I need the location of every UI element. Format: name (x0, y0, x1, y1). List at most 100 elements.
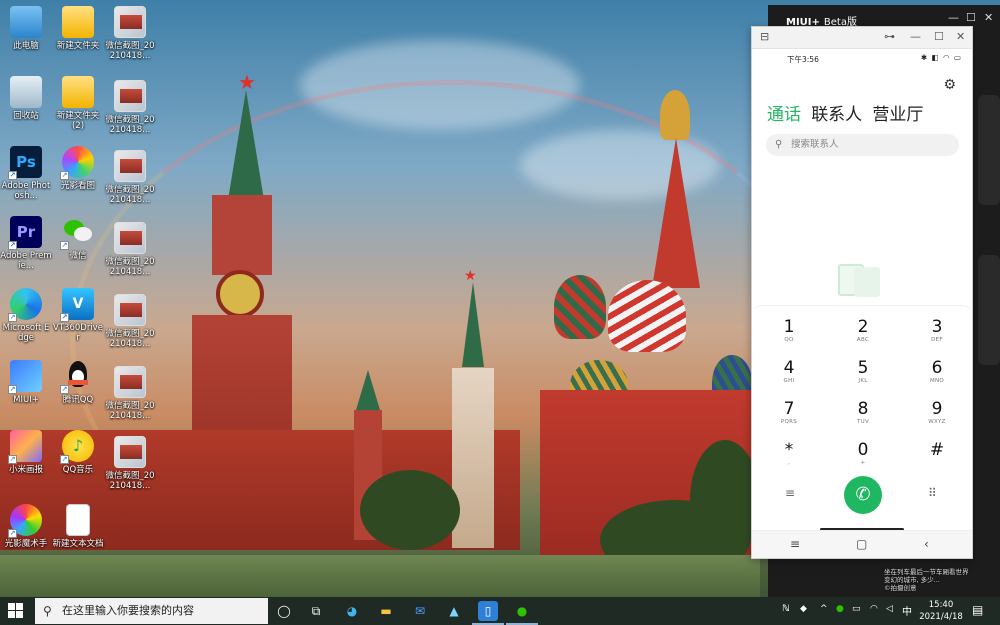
tray-wechat-icon[interactable]: ● (836, 604, 844, 614)
key-hash[interactable]: # (900, 441, 974, 460)
home-icon[interactable]: ▢ (856, 537, 867, 551)
tray-app-icon[interactable]: ℕ (782, 604, 790, 614)
desktop-icon-screenshot-2[interactable]: 微信截图_20210418... (104, 80, 156, 135)
settings-gear-icon[interactable]: ⚙ (943, 77, 956, 93)
key-3[interactable]: 3 DEF (900, 318, 974, 344)
desktop-icon-label: VT360Driver (53, 323, 103, 343)
show-hidden-icons-chevron-up-icon[interactable]: ^ (820, 604, 828, 614)
desktop-icon-vt360[interactable]: V ↗ VT360Driver (52, 288, 104, 343)
taskbar-search-box[interactable]: ⚲ 在这里输入你要搜索的内容 (35, 598, 268, 624)
desktop-icon-label: 微信截图_20210418... (105, 257, 155, 277)
key-letters: , (787, 460, 791, 466)
desktop-icon-screenshot-3[interactable]: 微信截图_20210418... (104, 150, 156, 205)
desktop-icon-label: Microsoft Edge (2, 323, 50, 343)
key-star[interactable]: *, (752, 441, 826, 467)
desktop-icon-photo-viewer[interactable]: ↗ 光影看图 (52, 146, 104, 191)
desktop-icon-screenshot-5[interactable]: 微信截图_20210418... (104, 294, 156, 349)
desktop-icon-qq-music[interactable]: ♪ ↗ QQ音乐 (52, 430, 104, 475)
desktop-icon-edge[interactable]: ↗ Microsoft Edge (0, 288, 52, 343)
input-method-indicator[interactable]: 中 (902, 603, 912, 618)
key-0[interactable]: 0 + (826, 441, 900, 467)
desktop-icon-this-pc[interactable]: 此电脑 (0, 6, 52, 51)
search-icon: ⚲ (775, 139, 783, 150)
key-digit: # (929, 440, 945, 460)
desktop-icon-mi-wallpaper[interactable]: ↗ 小米画报 (0, 430, 52, 475)
cortana-icon[interactable]: ◯ (274, 601, 294, 621)
miui-plus-taskbar-icon[interactable]: ▯ (472, 601, 504, 625)
key-9[interactable]: 9 WXYZ (900, 400, 974, 426)
tray-network-icon[interactable]: ◠ (870, 604, 878, 614)
contact-search-input[interactable]: ⚲ 搜索联系人 (766, 134, 959, 156)
close-button[interactable]: ✕ (984, 11, 993, 24)
desktop-icon-label: 微信截图_20210418... (105, 329, 155, 349)
tray-battery-icon[interactable]: ▭ (852, 604, 861, 614)
desktop-icon-screenshot-6[interactable]: 微信截图_20210418... (104, 366, 156, 421)
caption-credit: ©拍摄创意 (884, 584, 917, 592)
nEO-imaging-icon: ↗ (8, 504, 42, 538)
file-explorer-icon[interactable]: ▬ (376, 601, 396, 621)
desktop-icon-neo-imaging[interactable]: ↗ 光影魔术手 (0, 504, 52, 549)
miui-plus-icon: ↗ (8, 360, 42, 394)
tray-volume-icon[interactable]: ◁ (886, 604, 893, 614)
taskbar-search-placeholder: 在这里输入你要搜索的内容 (62, 604, 194, 617)
back-icon[interactable]: ‹ (924, 537, 929, 551)
desktop-icon-new-text-document[interactable]: 新建文本文档 (52, 504, 104, 549)
mi-wallpaper-icon: ↗ (8, 430, 42, 464)
task-view-icon[interactable]: ⧉ (306, 601, 326, 621)
edge-icon[interactable]: ◕ (342, 601, 362, 621)
key-6[interactable]: 6 MNO (900, 359, 974, 385)
desktop-icon-new-folder-2[interactable]: 新建文件夹 (2) (52, 76, 104, 131)
key-5[interactable]: 5 JKL (826, 359, 900, 385)
desktop-icon-miui-plus[interactable]: ↗ MIUI+ (0, 360, 52, 405)
key-digit: 7 (783, 399, 795, 419)
pin-button[interactable]: ⊶ (884, 31, 895, 43)
mail-icon[interactable]: ✉ (410, 601, 430, 621)
desktop-icon-premiere[interactable]: Pr ↗ Adobe Premie... (0, 216, 52, 271)
key-1[interactable]: 1 QO (752, 318, 826, 344)
call-button[interactable]: ✆ (844, 476, 882, 514)
key-8[interactable]: 8 TUV (826, 400, 900, 426)
tray-defender-icon[interactable]: ◆ (800, 604, 807, 614)
tab-service-hall[interactable]: 营业厅 (872, 100, 923, 125)
photos-app-icon[interactable]: ▲ (444, 601, 464, 621)
close-button[interactable]: ✕ (956, 31, 965, 43)
trees (360, 470, 460, 550)
minimize-button[interactable]: — (948, 11, 959, 24)
key-7[interactable]: 7 PQRS (752, 400, 826, 426)
image-file-icon (114, 366, 146, 398)
desktop-icon-screenshot-7[interactable]: 微信截图_20210418... (104, 436, 156, 491)
key-4[interactable]: 4 GHI (752, 359, 826, 385)
phone-icon: ✆ (855, 484, 871, 505)
trees (690, 440, 760, 560)
desktop-icon-label: 新建文件夹 (2) (56, 111, 100, 131)
key-digit: 8 (857, 399, 869, 419)
wechat-taskbar-icon[interactable]: ● (506, 601, 538, 625)
desktop-icon-new-folder[interactable]: 新建文件夹 (52, 6, 104, 51)
key-2[interactable]: 2 ABC (826, 318, 900, 344)
maximize-button[interactable]: ☐ (934, 31, 944, 43)
desktop-icon-recycle-bin[interactable]: 回收站 (0, 76, 52, 121)
notification-center-icon[interactable]: ▤ (972, 603, 983, 617)
status-time: 下午3:56 (787, 55, 819, 64)
maximize-button[interactable]: ☐ (966, 11, 976, 24)
tab-calls[interactable]: 通话 (767, 100, 801, 125)
desktop-icon-photoshop[interactable]: Ps ↗ Adobe Photosh... (0, 146, 52, 201)
minimize-button[interactable]: — (910, 31, 921, 43)
tab-contacts[interactable]: 联系人 (811, 100, 862, 125)
desktop-icon-screenshot-4[interactable]: 微信截图_20210418... (104, 222, 156, 277)
menu-icon[interactable]: ≡ (785, 486, 795, 500)
recents-menu-icon[interactable]: ≡ (790, 537, 800, 551)
key-digit: 4 (783, 358, 795, 378)
dialpad-icon[interactable]: ⠿ (928, 486, 937, 500)
sidebar-toggle-button[interactable]: ⊟ (760, 31, 769, 43)
qq-music-icon: ♪ ↗ (60, 430, 94, 464)
desktop-icon-screenshot-1[interactable]: 微信截图_20210418... (104, 6, 156, 61)
desktop-icon-qq[interactable]: ↗ 腾讯QQ (52, 360, 104, 405)
desktop-icon-wechat[interactable]: ↗ 微信 (52, 216, 104, 261)
start-button[interactable] (8, 603, 24, 619)
taskbar-clock[interactable]: 15:40 2021/4/18 (918, 599, 964, 623)
search-icon: ⚲ (43, 604, 52, 618)
photoshop-icon: Ps ↗ (8, 146, 42, 180)
photo-viewer-icon: ↗ (60, 146, 94, 180)
desktop-icon-label: Adobe Premie... (0, 251, 52, 271)
